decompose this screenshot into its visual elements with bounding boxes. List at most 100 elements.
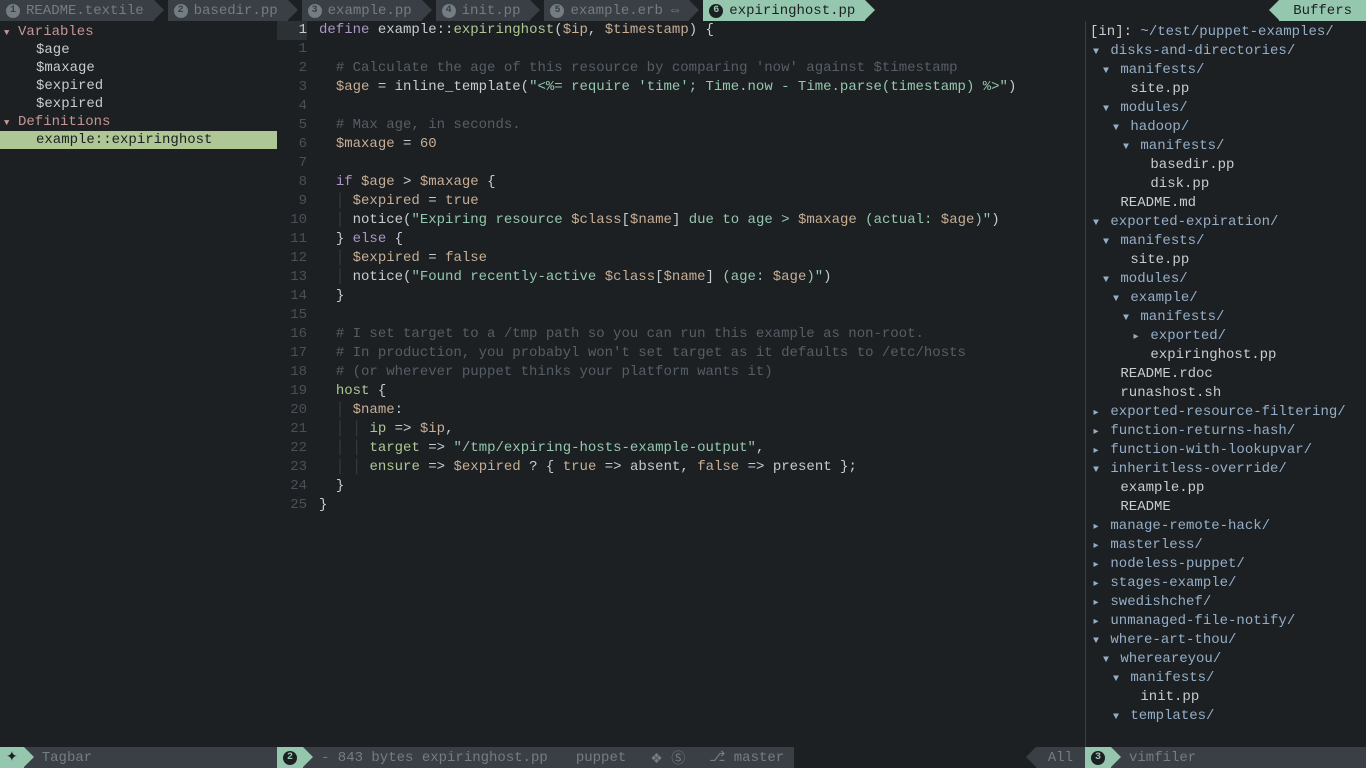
tree-dir[interactable]: ▸ function-returns-hash/ [1086, 422, 1366, 441]
tree-dir[interactable]: ▼ templates/ [1086, 707, 1366, 726]
line-number: 2 [277, 59, 307, 78]
tree-dir[interactable]: ▸ swedishchef/ [1086, 593, 1366, 612]
tree-file[interactable]: example.pp [1086, 479, 1366, 498]
tree-label: manifests/ [1120, 233, 1204, 249]
code-line[interactable]: define example::expiringhost($ip, $times… [319, 21, 1085, 40]
tagbar-item[interactable]: $expired [0, 77, 277, 95]
tree-dir[interactable]: ▼ modules/ [1086, 99, 1366, 118]
tree-dir[interactable]: ▼ whereareyou/ [1086, 650, 1366, 669]
tree-dir[interactable]: ▼ hadoop/ [1086, 118, 1366, 137]
tree-dir[interactable]: ▼ exported-expiration/ [1086, 213, 1366, 232]
tree-dir[interactable]: ▸ exported/ [1086, 327, 1366, 346]
tab-number: 2 [174, 4, 188, 18]
tagbar-section[interactable]: Variables [0, 23, 277, 41]
code-line[interactable]: # Calculate the age of this resource by … [319, 59, 1085, 78]
tree-file[interactable]: init.pp [1086, 688, 1366, 707]
code-line[interactable]: # I set target to a /tmp path so you can… [319, 325, 1085, 344]
tree-dir[interactable]: ▸ masterless/ [1086, 536, 1366, 555]
tab-expiringhost-pp[interactable]: 6expiringhost.pp [703, 0, 865, 21]
tab-example-pp[interactable]: 3example.pp [302, 0, 422, 21]
line-number: 3 [277, 78, 307, 97]
tree-file[interactable]: runashost.sh [1086, 384, 1366, 403]
tree-dir[interactable]: ▼ example/ [1086, 289, 1366, 308]
code-line[interactable]: │ $expired = false [319, 249, 1085, 268]
tree-dir[interactable]: ▼ modules/ [1086, 270, 1366, 289]
tree-label: modules/ [1120, 100, 1187, 116]
tree-dir[interactable]: ▼ where-art-thou/ [1086, 631, 1366, 650]
tagbar-item[interactable]: example::expiringhost [0, 131, 277, 149]
tree-label: README.md [1120, 195, 1196, 211]
tree-dir[interactable]: ▸ manage-remote-hack/ [1086, 517, 1366, 536]
tree-dir[interactable]: ▼ disks-and-directories/ [1086, 42, 1366, 61]
tree-dir[interactable]: ▼ manifests/ [1086, 232, 1366, 251]
chevron-icon: ▸ [1090, 423, 1102, 442]
tagbar-item[interactable]: $maxage [0, 59, 277, 77]
tree-file[interactable]: site.pp [1086, 80, 1366, 99]
line-number: 21 [277, 420, 307, 439]
code-line[interactable] [319, 154, 1085, 173]
tree-dir[interactable]: ▸ function-with-lookupvar/ [1086, 441, 1366, 460]
code-line[interactable]: │ │ ip => $ip, [319, 420, 1085, 439]
code-line[interactable]: } else { [319, 230, 1085, 249]
code-line[interactable]: │ │ ensure => $expired ? { true => absen… [319, 458, 1085, 477]
tab-number: 3 [308, 4, 322, 18]
code-line[interactable]: } [319, 287, 1085, 306]
code-line[interactable]: $maxage = 60 [319, 135, 1085, 154]
editor-pane[interactable]: 1123456789101112131415161718192021222324… [277, 21, 1085, 747]
filetype: puppet [558, 747, 636, 768]
code-line[interactable]: │ $expired = true [319, 192, 1085, 211]
code-line[interactable]: │ notice("Expiring resource $class[$name… [319, 211, 1085, 230]
buffers-button[interactable]: Buffers [1279, 0, 1366, 21]
tagbar-section[interactable]: Definitions [0, 113, 277, 131]
code-line[interactable]: │ │ target => "/tmp/expiring-hosts-examp… [319, 439, 1085, 458]
line-number: 11 [277, 230, 307, 249]
tagbar-item[interactable]: $age [0, 41, 277, 59]
tagbar-item[interactable]: $expired [0, 95, 277, 113]
tree-label: unmanaged-file-notify/ [1110, 613, 1295, 629]
tab-README-textile[interactable]: 1README.textile [0, 0, 154, 21]
tree-label: site.pp [1130, 252, 1189, 268]
tree-dir[interactable]: ▼ manifests/ [1086, 137, 1366, 156]
tree-label: exported-resource-filtering/ [1110, 404, 1345, 420]
code-line[interactable]: # In production, you probabyl won't set … [319, 344, 1085, 363]
tab-basedir-pp[interactable]: 2basedir.pp [168, 0, 288, 21]
chevron-icon: ▼ [1110, 119, 1122, 138]
tree-dir[interactable]: ▸ stages-example/ [1086, 574, 1366, 593]
tree-file[interactable]: README.rdoc [1086, 365, 1366, 384]
tree-dir[interactable]: ▸ unmanaged-file-notify/ [1086, 612, 1366, 631]
code-line[interactable] [319, 40, 1085, 59]
tab-label: init.pp [462, 3, 521, 19]
status-bar: ✦ Tagbar 2 - 843 bytes expiringhost.pp p… [0, 747, 1366, 768]
tab-example-erb[interactable]: 5example.erb⇔ [544, 0, 689, 21]
code-line[interactable]: # (or wherever puppet thinks your platfo… [319, 363, 1085, 382]
chevron-icon: ▸ [1090, 594, 1102, 613]
code-line[interactable] [319, 306, 1085, 325]
tree-file[interactable]: README.md [1086, 194, 1366, 213]
code-line[interactable]: } [319, 477, 1085, 496]
code-area[interactable]: define example::expiringhost($ip, $times… [315, 21, 1085, 747]
code-line[interactable]: } [319, 496, 1085, 515]
code-line[interactable]: if $age > $maxage { [319, 173, 1085, 192]
code-line[interactable]: host { [319, 382, 1085, 401]
tree-file[interactable]: basedir.pp [1086, 156, 1366, 175]
tree-dir[interactable]: ▸ exported-resource-filtering/ [1086, 403, 1366, 422]
tree-label: swedishchef/ [1110, 594, 1211, 610]
tree-dir[interactable]: ▼ manifests/ [1086, 61, 1366, 80]
tree-dir[interactable]: ▸ nodeless-puppet/ [1086, 555, 1366, 574]
code-line[interactable]: │ notice("Found recently-active $class[$… [319, 268, 1085, 287]
code-line[interactable]: $age = inline_template("<%= require 'tim… [319, 78, 1085, 97]
tree-dir[interactable]: ▼ manifests/ [1086, 669, 1366, 688]
tree-file[interactable]: site.pp [1086, 251, 1366, 270]
tab-init-pp[interactable]: 4init.pp [436, 0, 531, 21]
tree-file[interactable]: disk.pp [1086, 175, 1366, 194]
code-line[interactable] [319, 97, 1085, 116]
tree-file[interactable]: expiringhost.pp [1086, 346, 1366, 365]
filer-status-label: vimfiler [1111, 747, 1366, 768]
tree-dir[interactable]: ▼ inheritless-override/ [1086, 460, 1366, 479]
tree-file[interactable]: README [1086, 498, 1366, 517]
tree-label: function-returns-hash/ [1110, 423, 1295, 439]
code-line[interactable]: │ $name: [319, 401, 1085, 420]
tree-dir[interactable]: ▼ manifests/ [1086, 308, 1366, 327]
code-line[interactable]: # Max age, in seconds. [319, 116, 1085, 135]
tree-label: disks-and-directories/ [1110, 43, 1295, 59]
